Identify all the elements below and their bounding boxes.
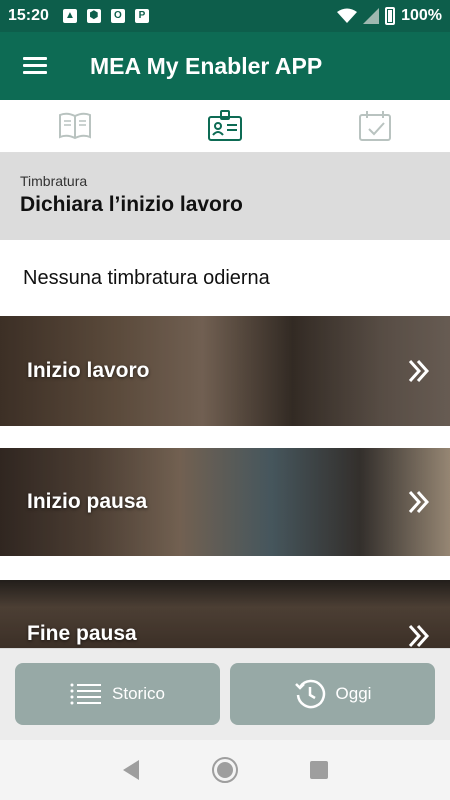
status-right: 100% xyxy=(337,7,442,25)
calendar-check-icon xyxy=(359,111,391,141)
wifi-icon xyxy=(337,8,358,23)
oggi-button[interactable]: Oggi xyxy=(230,663,435,725)
tab-calendar[interactable] xyxy=(300,100,450,152)
oggi-label: Oggi xyxy=(335,684,372,703)
card-inizio-pausa[interactable]: Inizio pausa xyxy=(0,448,450,556)
signal-icon xyxy=(363,8,380,24)
no-clock-in-notice: Nessuna timbratura odierna xyxy=(0,240,450,316)
app-bar: MEA My Enabler APP xyxy=(0,32,450,100)
card-inizio-lavoro[interactable]: Inizio lavoro xyxy=(0,316,450,426)
section-label: Timbratura xyxy=(20,173,88,189)
double-chevron-right-icon xyxy=(408,490,430,514)
double-chevron-right-icon xyxy=(408,359,430,383)
system-nav-bar xyxy=(0,740,450,800)
storico-label: Storico xyxy=(112,684,165,703)
status-time: 15:20 xyxy=(8,7,49,24)
bottom-actions: Storico Oggi xyxy=(0,648,450,740)
hexagon-icon: ⬢ xyxy=(86,9,101,23)
tab-badge[interactable] xyxy=(150,100,300,152)
section-title: Dichiara l’inizio lavoro xyxy=(20,193,243,216)
recents-icon[interactable] xyxy=(309,760,329,780)
notice-text: Nessuna timbratura odierna xyxy=(23,266,270,289)
image-icon: ▲ xyxy=(62,9,77,23)
section-header: Timbratura Dichiara l’inizio lavoro xyxy=(0,153,450,240)
clock-history-icon xyxy=(294,679,325,709)
p-icon: P xyxy=(134,9,149,23)
card-spacer xyxy=(0,426,450,448)
tab-book[interactable] xyxy=(0,100,150,152)
card-fine-pausa[interactable]: Fine pausa xyxy=(0,580,450,648)
menu-icon[interactable] xyxy=(23,57,47,75)
storico-button[interactable]: Storico xyxy=(15,663,220,725)
app-title: MEA My Enabler APP xyxy=(90,52,323,79)
outlook-icon: O xyxy=(110,9,125,23)
battery-percent: 100% xyxy=(401,7,442,24)
card-label: Inizio lavoro xyxy=(27,359,150,382)
double-chevron-right-icon xyxy=(408,624,430,648)
notification-icons: ▲ ⬢ O P xyxy=(62,9,149,23)
card-label: Inizio pausa xyxy=(27,490,148,513)
id-badge-icon xyxy=(208,110,242,141)
tab-bar xyxy=(0,100,450,153)
status-bar: 15:20 ▲ ⬢ O P 100% xyxy=(0,0,450,32)
battery-icon xyxy=(385,7,396,25)
list-icon xyxy=(70,683,102,705)
card-label: Fine pausa xyxy=(27,622,137,645)
home-icon[interactable] xyxy=(211,756,239,784)
back-icon[interactable] xyxy=(121,759,141,781)
book-icon xyxy=(59,112,91,140)
card-spacer xyxy=(0,556,450,580)
